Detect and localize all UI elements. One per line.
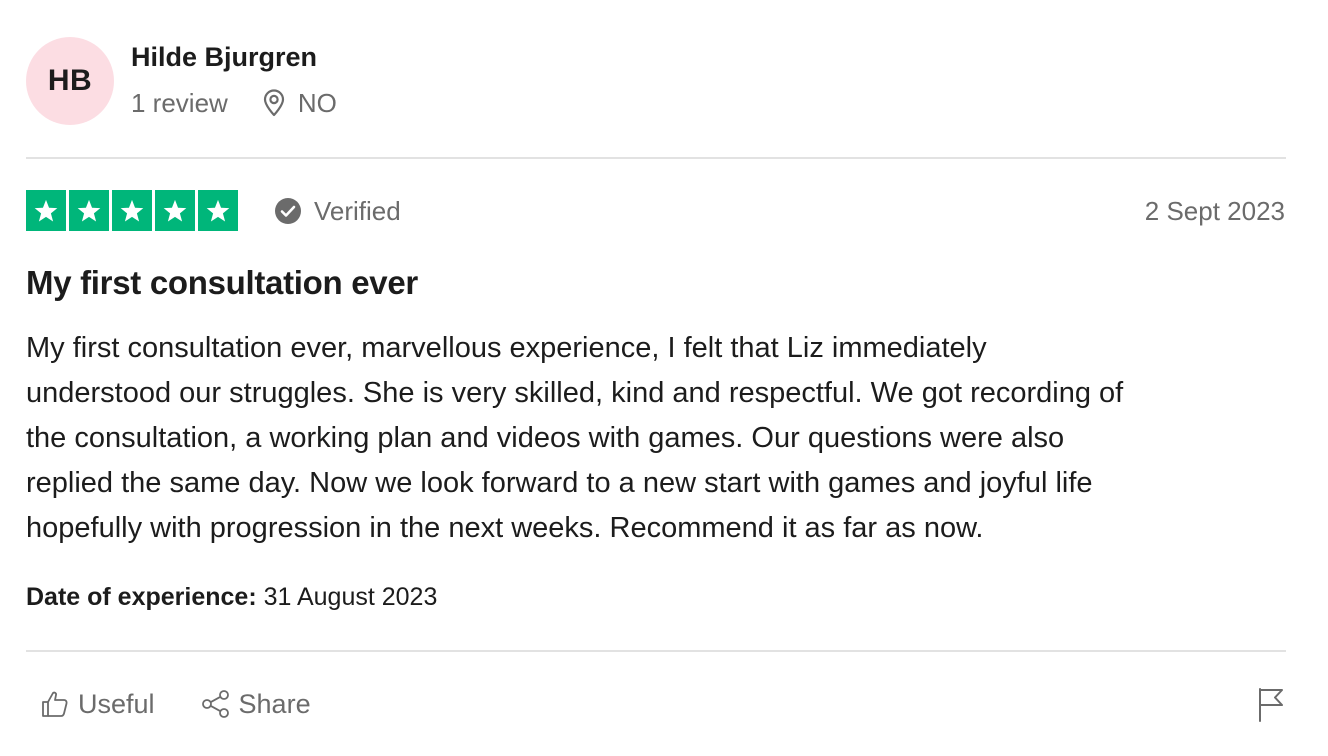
share-button[interactable]: Share (201, 689, 311, 720)
date-of-experience: Date of experience: 31 August 2023 (26, 583, 437, 612)
reviewer-meta: 1 review NO (131, 86, 337, 120)
review-count: 1 review (131, 87, 228, 118)
useful-button[interactable]: Useful (40, 689, 155, 720)
share-label: Share (238, 688, 311, 719)
review-body-line: the consultation, a working plan and vid… (26, 422, 1065, 454)
location-pin-icon (263, 89, 284, 117)
star-icon (155, 190, 195, 231)
experience-label: Date of experience: (26, 583, 257, 611)
country-code: NO (297, 87, 337, 118)
divider (26, 157, 1286, 159)
review-body: My first consultation ever, marvellous e… (26, 326, 1296, 551)
star-icon (26, 190, 66, 231)
share-icon (201, 690, 229, 718)
avatar-initials: HB (47, 64, 93, 97)
star-icon (69, 190, 109, 231)
review-title[interactable]: My first consultation ever (26, 264, 418, 302)
review-body-line: hopefully with progression in the next w… (26, 512, 984, 544)
reviewer-name[interactable]: Hilde Bjurgren (131, 42, 317, 73)
review-body-line: My first consultation ever, marvellous e… (26, 332, 987, 364)
thumbs-up-icon (42, 691, 68, 717)
review-body-line: replied the same day. Now we look forwar… (26, 467, 1093, 499)
review-actions: Useful Share (40, 686, 311, 722)
avatar[interactable]: HB (26, 37, 114, 125)
reviewer-location: NO (262, 88, 337, 119)
star-icon (112, 190, 152, 231)
verified-label: Verified (314, 195, 401, 226)
useful-label: Useful (78, 688, 155, 719)
review-date: 2 Sept 2023 (1144, 196, 1285, 226)
review-card: HB Hilde Bjurgren 1 review NO Verified 2… (0, 0, 1328, 756)
verified-badge[interactable]: Verified (274, 193, 401, 229)
check-circle-icon (275, 198, 301, 224)
star-icon (198, 190, 238, 231)
experience-date: 31 August 2023 (263, 583, 438, 611)
divider (26, 650, 1286, 652)
star-rating (26, 190, 238, 231)
review-body-line: understood our struggles. She is very sk… (26, 377, 1124, 409)
flag-icon[interactable] (1256, 686, 1286, 722)
